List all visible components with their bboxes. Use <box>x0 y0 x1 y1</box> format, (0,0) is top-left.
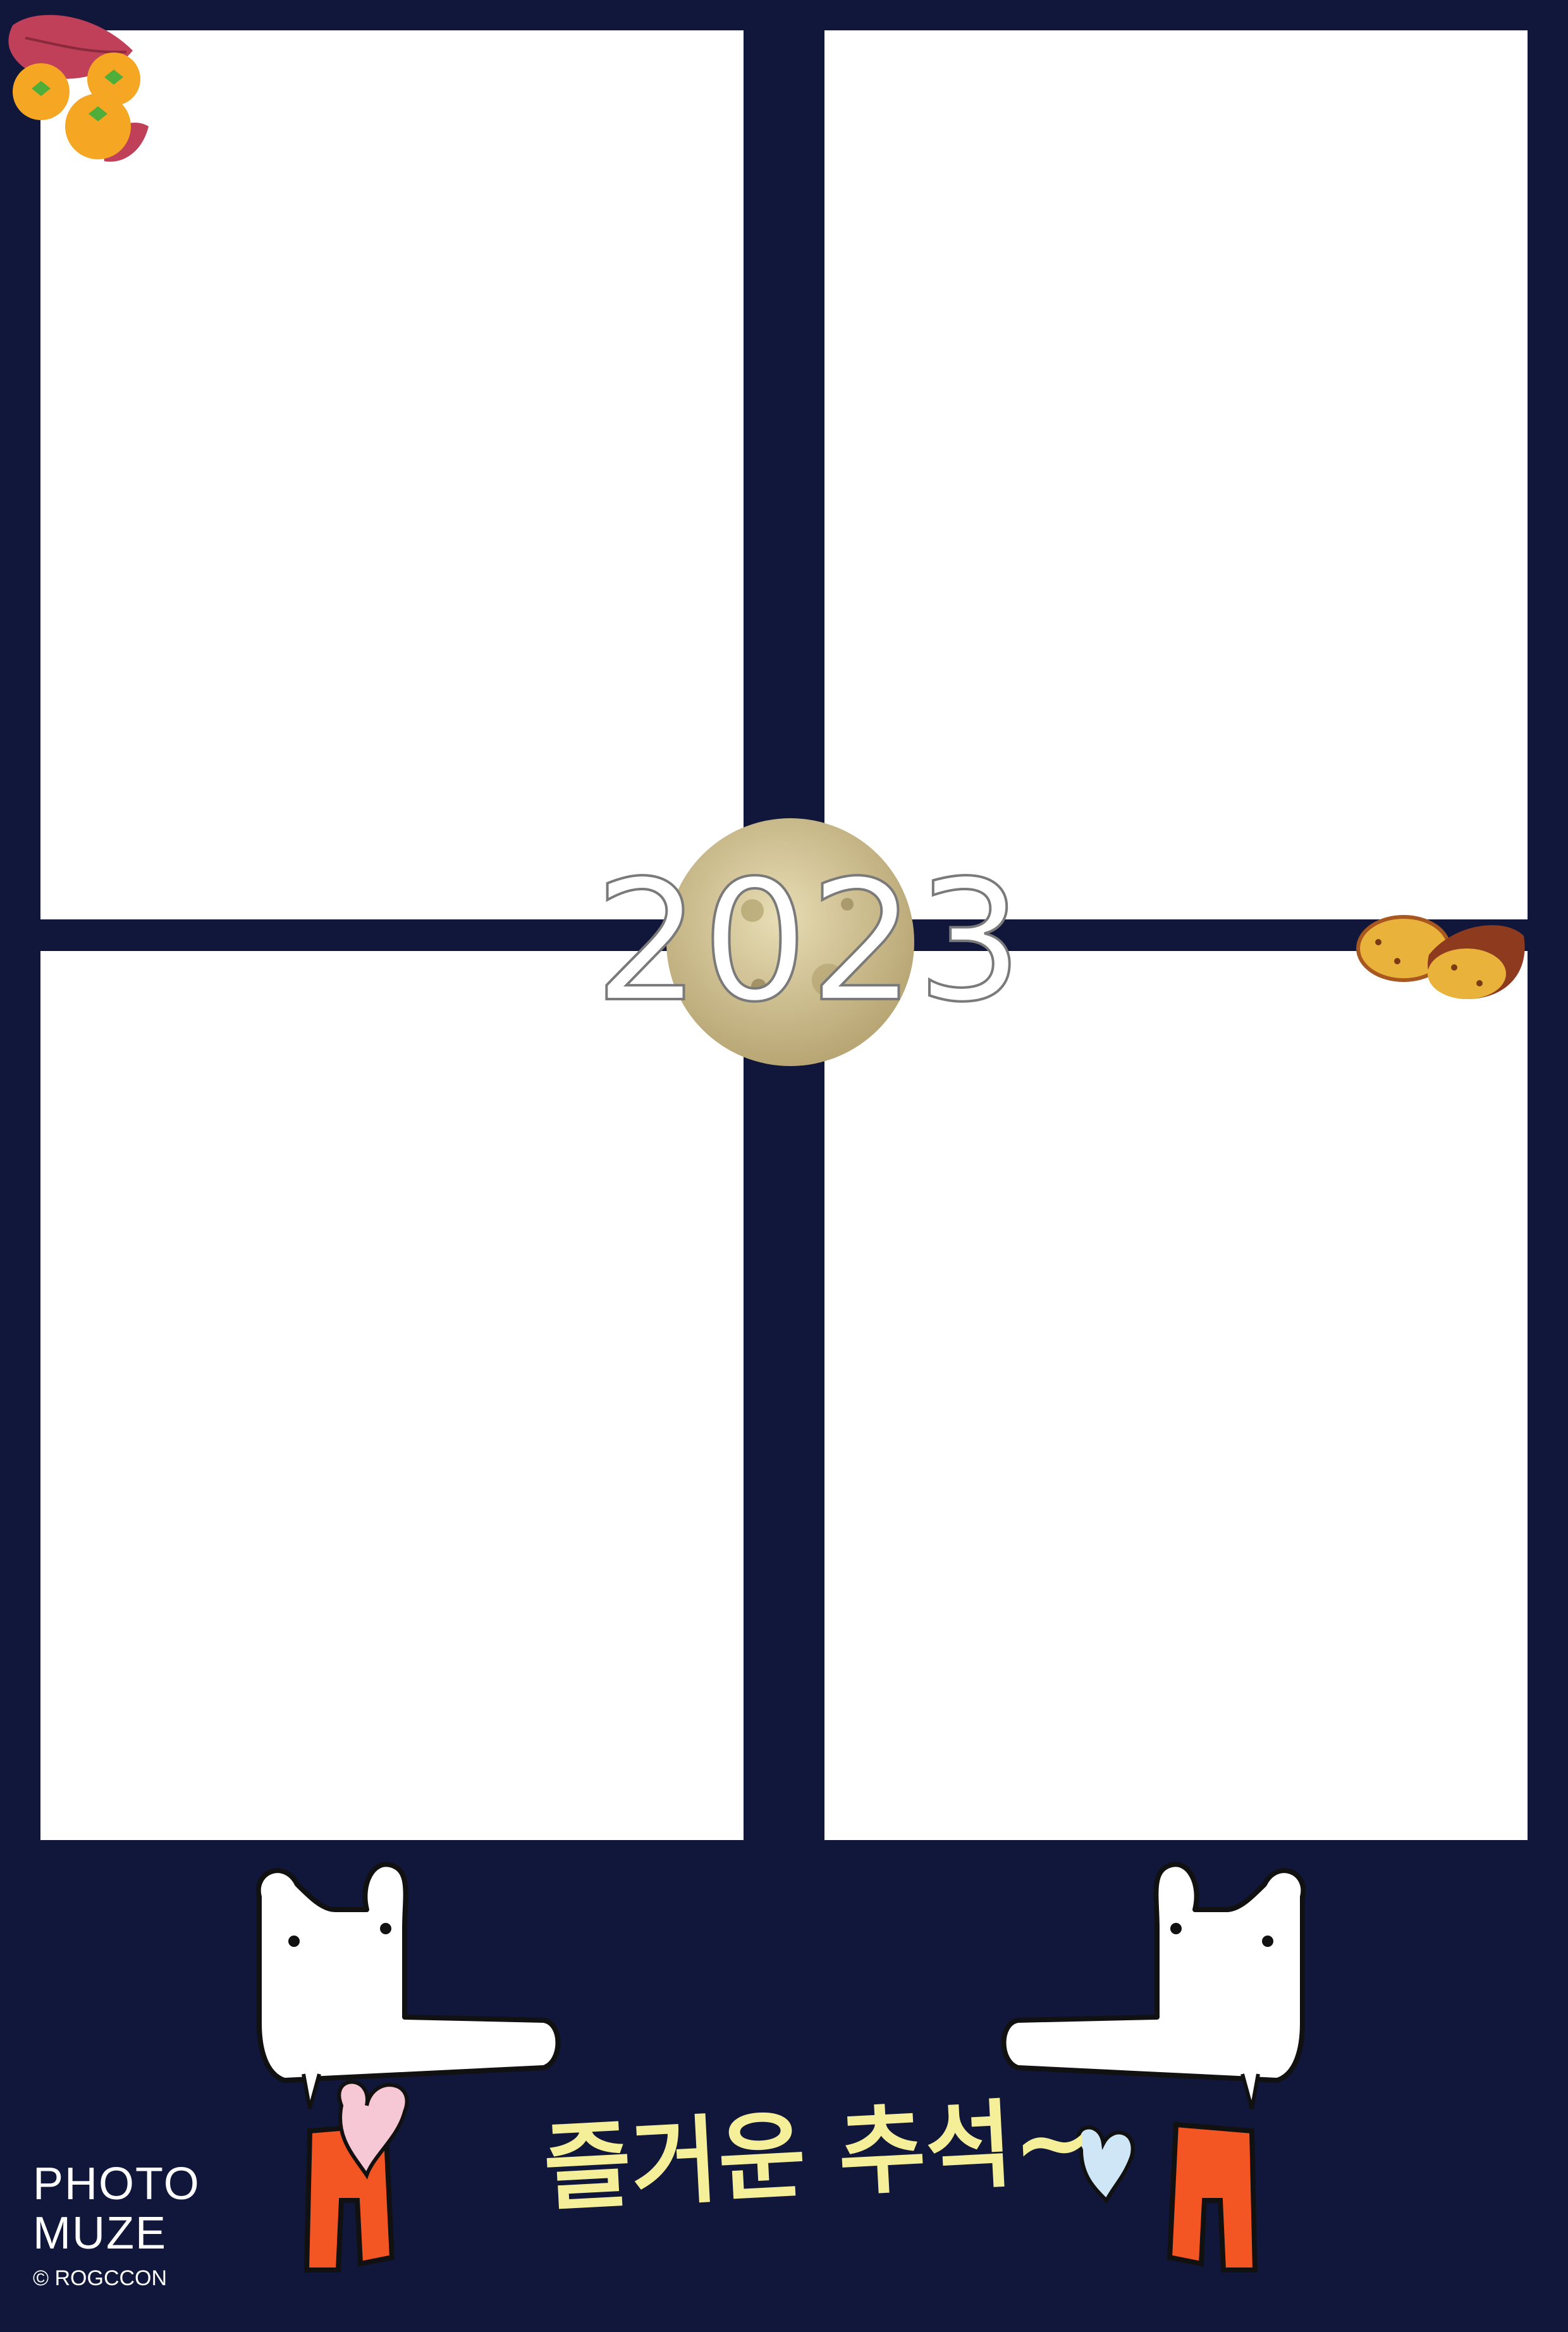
copyright-text: © ROGCCON <box>33 2266 168 2290</box>
photo-frame: 2023 즐거운 추석~ PHOTO MUZE © ROGCCON <box>0 0 1568 2332</box>
photo-slot-4[interactable] <box>824 951 1528 1840</box>
year-badge: 2023 <box>593 809 1024 1075</box>
greeting-text: 즐거운 추석~ <box>541 2085 1095 2225</box>
brand-line-muze: MUZE <box>33 2208 167 2259</box>
dog-with-pink-heart-icon <box>255 1862 561 2273</box>
persimmon-leaves-icon <box>8 15 149 162</box>
photo-slot-2[interactable] <box>824 30 1528 919</box>
brand-line-photo: PHOTO <box>33 2159 200 2209</box>
brand-logo: PHOTO MUZE © ROGCCON <box>33 2159 235 2298</box>
photo-slot-3[interactable] <box>40 951 744 1840</box>
year-label: 2023 <box>593 845 1024 1039</box>
sweet-potato-icon <box>1356 915 1525 999</box>
